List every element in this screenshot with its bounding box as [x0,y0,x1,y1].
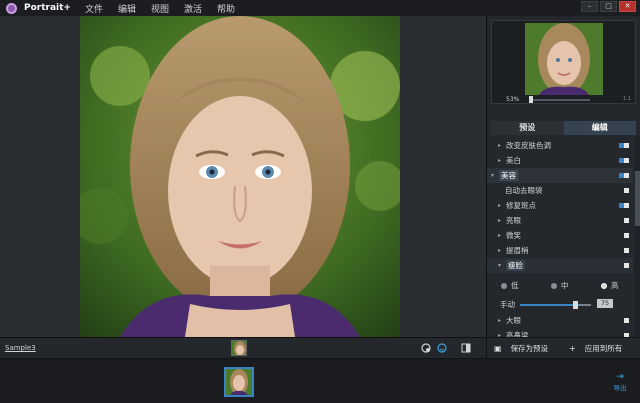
expand-arrow-icon[interactable]: ▸ [498,228,501,243]
toggle-switch[interactable] [619,158,629,163]
menu-bar: 文件 编辑 视图 激活 帮助 [85,2,250,15]
adjust-label: 改变皮肤色调 [506,141,551,150]
toggle-switch[interactable] [619,143,629,148]
section-beauty[interactable]: ▾ 美容 [487,168,633,183]
manual-slider-handle[interactable] [573,301,578,309]
level-medium-radio[interactable]: 中 [551,280,569,291]
radio-icon [501,282,507,289]
current-image-thumbnail[interactable] [231,340,247,356]
manual-slider-row: 手动 75 [487,295,633,313]
toggle-switch[interactable] [624,233,629,238]
manual-value-input[interactable]: 75 [597,299,613,308]
menu-view[interactable]: 视图 [151,2,169,15]
collapse-arrow-icon[interactable]: ▾ [498,258,501,273]
menu-activate[interactable]: 激活 [184,2,202,15]
app-logo-icon [6,2,17,14]
expand-arrow-icon[interactable]: ▸ [498,198,501,213]
level-low-radio[interactable]: 低 [501,280,519,291]
adjustment-list: ▸ 改变皮肤色调 ▸ 美白 ▾ 美容 自动去眼袋 ▸ 修复斑点 ▸ 亮眼 ▸ 微… [487,138,633,343]
expand-arrow-icon[interactable]: ▸ [498,243,501,258]
toggle-switch[interactable] [624,263,629,268]
panel-scrollbar[interactable] [635,136,640,336]
scrollbar-thumb[interactable] [635,171,640,226]
toggle-switch[interactable] [624,218,629,223]
title-bar: Portrait+ 文件 编辑 视图 激活 帮助 – □ ✕ [0,0,640,16]
compare-icon[interactable] [421,343,431,353]
zoom-slider-track[interactable] [530,99,590,101]
zoom-actual-size[interactable]: 1:1 [623,96,631,102]
filmstrip: ⇥ 导出 [0,358,640,403]
radio-icon [551,282,557,289]
adjust-big-eyes[interactable]: ▸ 大眼 [487,313,633,328]
filmstrip-thumbnail[interactable] [224,367,254,397]
adjust-blemish[interactable]: ▸ 修复斑点 [487,198,633,213]
close-button[interactable]: ✕ [619,1,636,12]
adjust-brow-lift[interactable]: ▸ 提眉梢 [487,243,633,258]
adjust-eye-bags[interactable]: 自动去眼袋 [487,183,633,198]
toggle-switch[interactable] [624,318,629,323]
tab-edit[interactable]: 编辑 [563,121,636,135]
adjust-label: 亮眼 [506,216,521,225]
bottom-toolbar: Sample3 ▣ 保存为预设 + 应用到所有 [0,337,640,359]
adjust-label: 提眉梢 [506,246,529,255]
adjust-smile[interactable]: ▸ 微笑 [487,228,633,243]
minimize-button[interactable]: – [581,1,598,12]
adjust-label: 瘦脸 [506,260,525,271]
toggle-switch[interactable] [624,188,629,193]
adjust-bright-eyes[interactable]: ▸ 亮眼 [487,213,633,228]
save-icon: ▣ [494,344,502,353]
toggle-switch[interactable] [624,248,629,253]
menu-help[interactable]: 帮助 [217,2,235,15]
slim-face-levels: 低 中 高 [487,273,633,295]
menu-file[interactable]: 文件 [85,2,103,15]
adjust-label: 自动去眼袋 [505,186,543,195]
save-preset-button[interactable]: ▣ 保存为预设 [486,338,554,359]
manual-label: 手动 [500,300,515,309]
section-label: 美容 [499,170,518,181]
adjust-slim-face[interactable]: ▾ 瘦脸 [487,258,633,273]
adjust-label: 微笑 [506,231,521,240]
photo-canvas[interactable] [0,16,486,337]
export-icon: ⇥ [616,372,624,382]
radio-selected-icon [601,282,607,289]
zoom-slider-handle[interactable] [529,96,533,103]
split-view-icon[interactable] [461,343,471,353]
plus-icon: + [569,344,576,353]
menu-edit[interactable]: 编辑 [118,2,136,15]
apply-to-all-button[interactable]: + 应用到所有 [562,338,640,359]
toggle-switch[interactable] [619,203,629,208]
adjust-label: 修复斑点 [506,201,536,210]
portrait-photo [80,16,400,337]
maximize-button[interactable]: □ [600,1,617,12]
panel-tabs: 预设 编辑 [491,121,636,135]
adjust-label: 大眼 [506,316,521,325]
collapse-arrow-icon[interactable]: ▾ [491,168,494,183]
expand-arrow-icon[interactable]: ▸ [498,153,501,168]
expand-arrow-icon[interactable]: ▸ [498,213,501,228]
window-controls: – □ ✕ [579,1,636,12]
zoom-level: 53% [506,96,520,103]
tab-presets[interactable]: 预设 [491,121,564,135]
adjust-whiten[interactable]: ▸ 美白 [487,153,633,168]
expand-arrow-icon[interactable]: ▸ [498,313,501,328]
sample-filename-link[interactable]: Sample3 [5,344,36,352]
export-button[interactable]: ⇥ 导出 [609,372,631,394]
adjust-skin-tone[interactable]: ▸ 改变皮肤色调 [487,138,633,153]
level-high-radio[interactable]: 高 [601,280,619,291]
edit-panel: 53% 1:1 预设 编辑 ▸ 改变皮肤色调 ▸ 美白 ▾ 美容 自动去眼袋 ▸ [486,16,640,340]
expand-arrow-icon[interactable]: ▸ [498,138,501,153]
toggle-switch[interactable] [619,173,629,178]
manual-slider-track-rest[interactable] [579,304,591,306]
navigator-thumbnail[interactable] [525,23,603,95]
adjust-label: 美白 [506,156,521,165]
navigator[interactable]: 53% 1:1 [491,20,636,104]
app-title: Portrait+ [24,3,71,13]
face-detect-icon[interactable] [437,343,447,353]
